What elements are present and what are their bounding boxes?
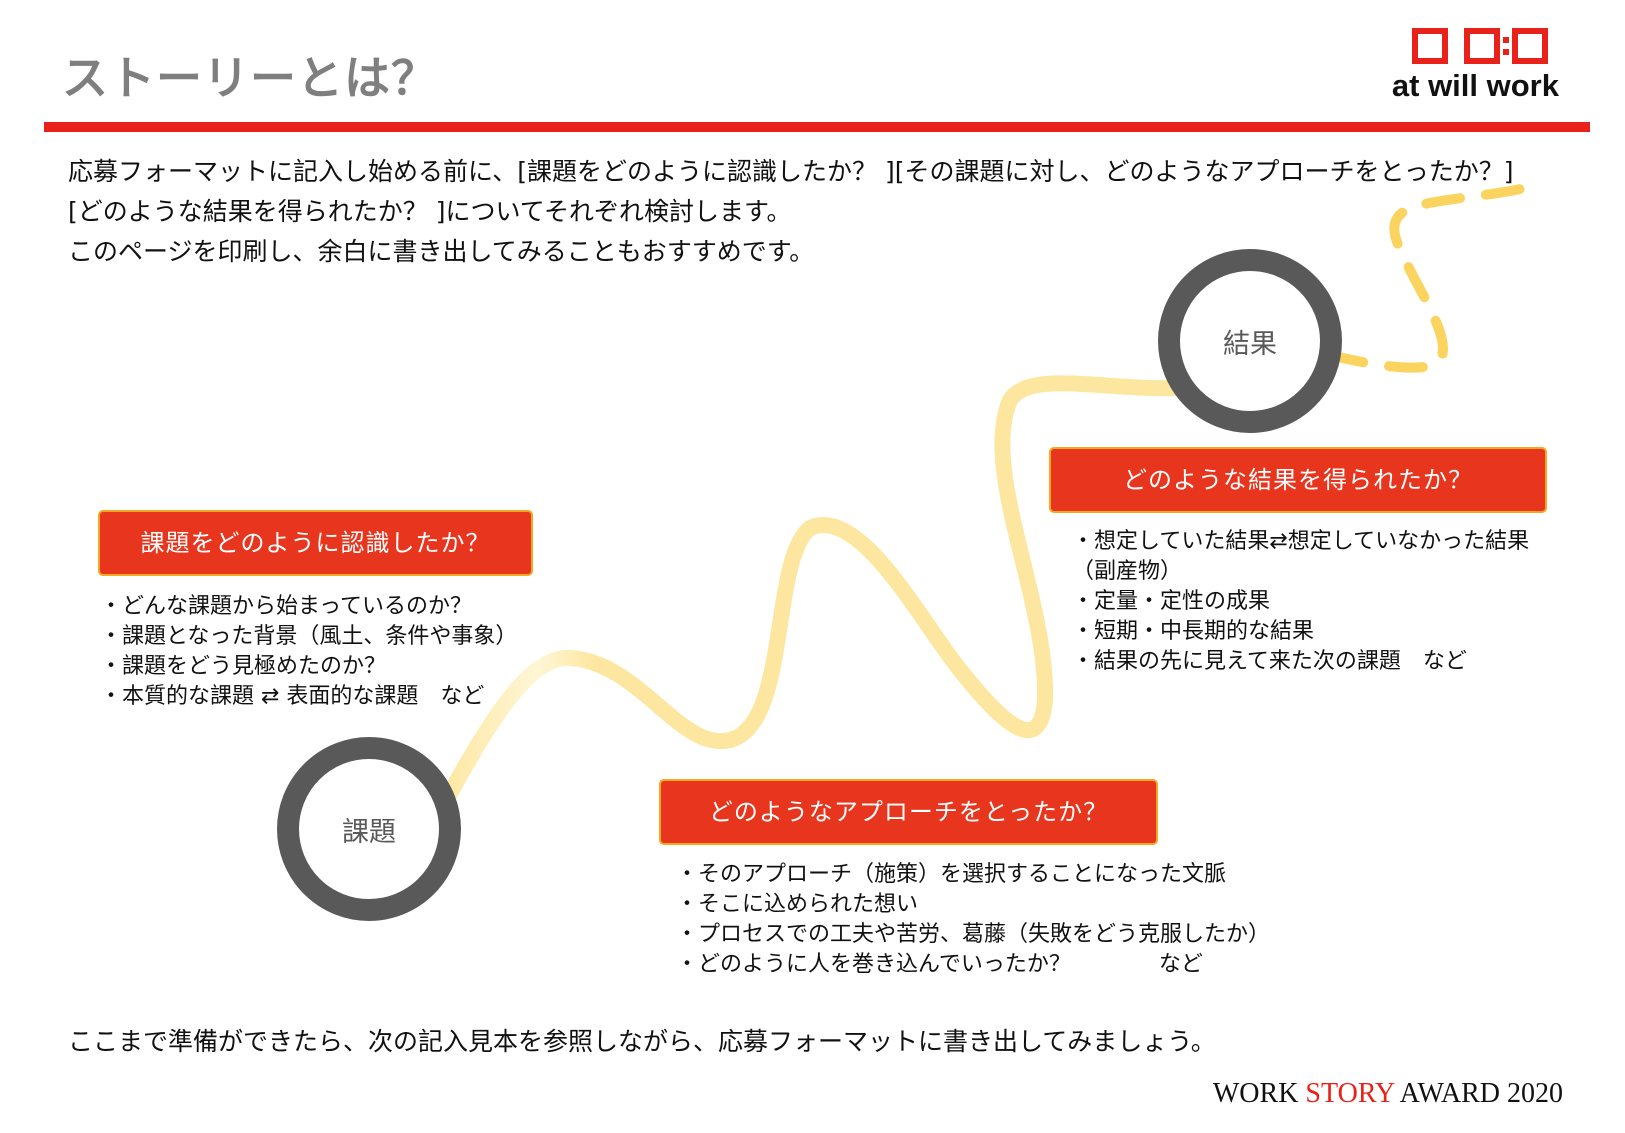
result-heading-box: どのような結果を得られたか？ — [1049, 447, 1547, 513]
approach-heading-box: どのようなアプローチをとったか？ — [659, 779, 1158, 845]
list-item: ・そこに込められた想い — [676, 892, 919, 917]
list-item: ・課題をどう見極めたのか？ — [100, 654, 387, 679]
approach-bullet-list: ・そのアプローチ（施策）を選択することになった文脈 ・そこに込められた想い ・プ… — [676, 860, 1270, 980]
list-item: ・そのアプローチ（施策）を選択することになった文脈 — [676, 862, 1227, 887]
award-wordmark: WORK STORY AWARD 2020 — [1213, 1078, 1563, 1110]
award-prefix: WORK — [1212, 1078, 1306, 1109]
result-bullet-list: ・想定していた結果⇄想定していなかった結果（副産物） ・定量・定性の成果 ・短期… — [1072, 527, 1542, 677]
list-item: ・プロセスでの工夫や苦労、葛藤（失敗をどう克服したか） — [676, 922, 1271, 947]
issue-bullet-list: ・どんな課題から始まっているのか？ ・課題となった背景（風土、条件や事象） ・課… — [100, 592, 517, 712]
list-item: ・どんな課題から始まっているのか？ — [100, 594, 473, 619]
award-suffix: AWARD 2020 — [1394, 1078, 1563, 1109]
list-item: ・課題となった背景（風土、条件や事象） — [100, 624, 518, 649]
start-node-label: 課題 — [342, 817, 396, 848]
award-accent: STORY — [1305, 1078, 1395, 1109]
list-item: ・短期・中長期的な結果 — [1072, 619, 1315, 644]
list-item: ・結果の先に見えて来た次の課題 など — [1072, 649, 1467, 674]
end-node-label: 結果 — [1223, 329, 1277, 360]
list-item: ・想定していた結果⇄想定していなかった結果（副産物） — [1072, 529, 1530, 584]
issue-heading-box: 課題をどのように認識したか？ — [98, 510, 533, 576]
list-item: ・本質的な課題 ⇄ 表面的な課題 など — [100, 684, 485, 709]
closing-text: ここまで準備ができたら、次の記入見本を参照しながら、応募フォーマットに書き出して… — [68, 1027, 1216, 1056]
list-item: ・定量・定性の成果 — [1072, 589, 1271, 614]
story-path-dashed — [1325, 183, 1530, 373]
list-item: ・どのように人を巻き込んでいったか？ など — [676, 952, 1203, 977]
